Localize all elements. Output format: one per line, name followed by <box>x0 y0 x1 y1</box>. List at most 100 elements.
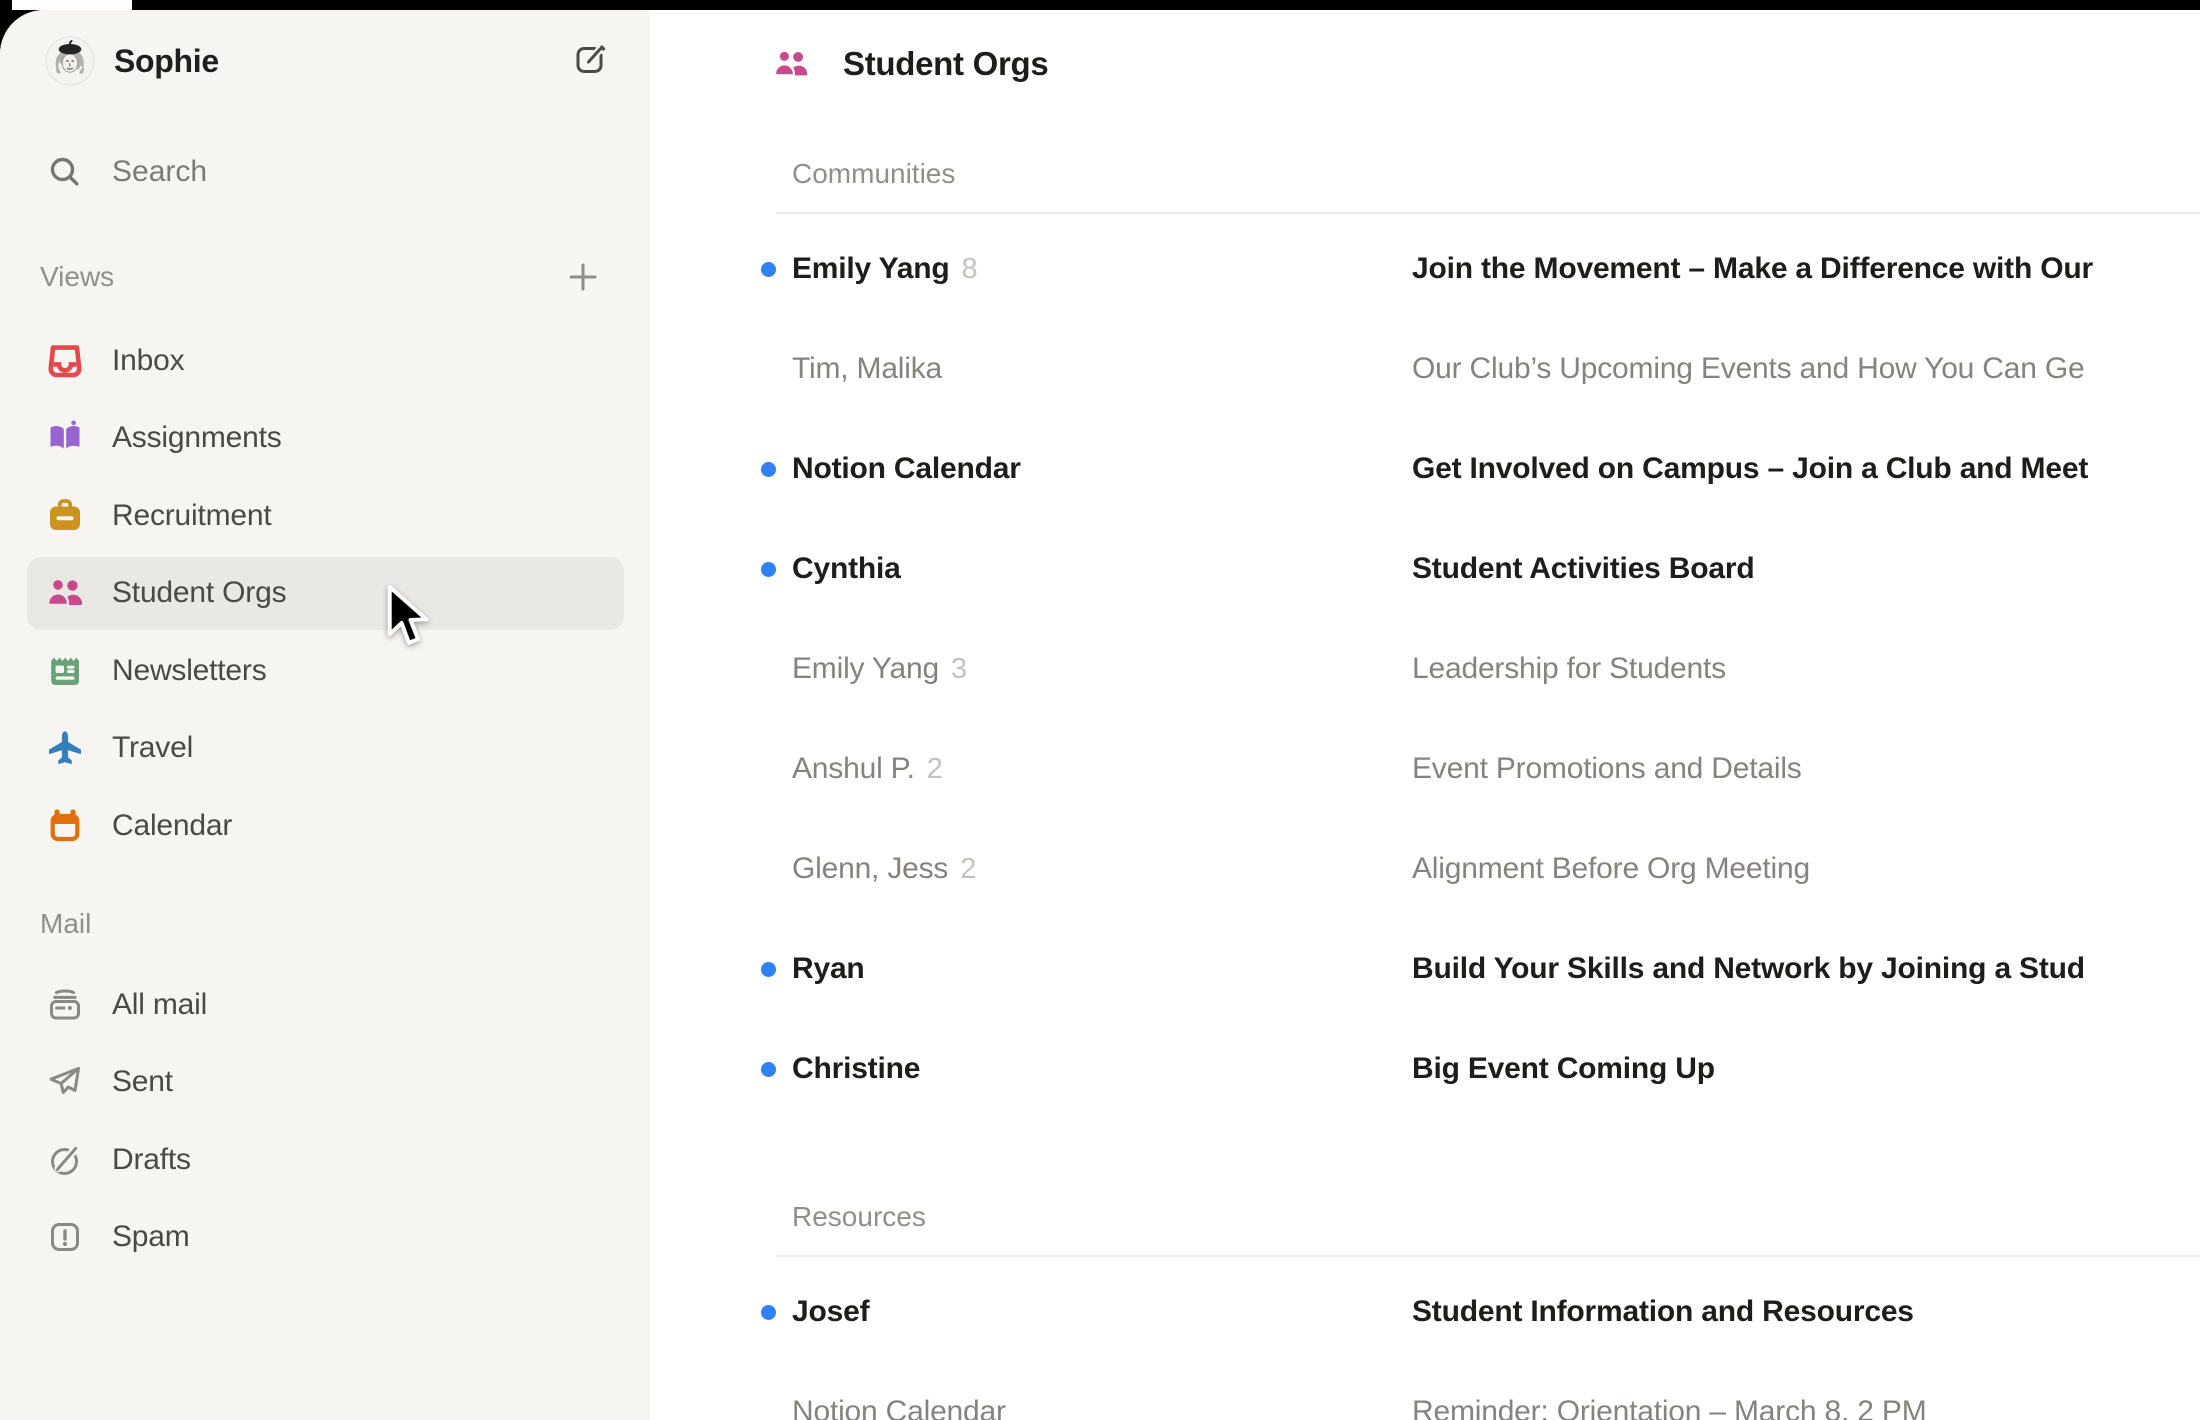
message-row[interactable]: Notion CalendarReminder: Orientation – M… <box>650 1362 2200 1420</box>
screen: { "user": { "name": "Sophie" }, "sidebar… <box>0 0 2200 1420</box>
search-input[interactable]: Search <box>0 148 650 196</box>
briefcase-icon <box>45 496 85 536</box>
account-name: Sophie <box>114 36 219 86</box>
sidebar-item-label: Drafts <box>112 1143 191 1177</box>
sender-name-text: Tim, Malika <box>792 352 942 385</box>
sidebar-item-label: Recruitment <box>112 499 272 533</box>
sender-name: Cynthia <box>792 519 901 619</box>
unread-dot-icon <box>761 1062 776 1077</box>
unread-dot-icon <box>761 1305 776 1320</box>
drafts-icon <box>45 1140 85 1180</box>
sender-name-text: Ryan <box>792 952 865 985</box>
sender-name: Christine <box>792 1019 920 1119</box>
thread-count: 2 <box>960 853 976 885</box>
sidebar-item-spam[interactable]: Spam <box>0 1199 650 1277</box>
sidebar-item-label: Inbox <box>112 344 184 378</box>
thread-count: 8 <box>962 253 978 285</box>
view-header: Student Orgs <box>772 40 1048 88</box>
unread-dot-icon <box>761 962 776 977</box>
sender-name: Glenn, Jess2 <box>792 819 976 919</box>
section-rows: JosefStudent Information and ResourcesNo… <box>650 1262 2200 1420</box>
message-row[interactable]: Tim, Malika Our Club’s Upcoming Events an… <box>650 319 2200 419</box>
spam-icon <box>45 1217 85 1257</box>
all-mail-icon <box>45 985 85 1025</box>
message-row[interactable]: Emily Yang3Leadership for Students <box>650 619 2200 719</box>
sidebar-item-label: Newsletters <box>112 654 267 688</box>
message-subject: Event Promotions and Details <box>1412 719 1802 819</box>
section-rows: Emily Yang8Join the Movement – Make a Di… <box>650 219 2200 1119</box>
thread-count: 2 <box>927 753 943 785</box>
unread-dot-icon <box>761 262 776 277</box>
views-nav: Inbox Assignments Recruitment Student Orgs N… <box>0 322 650 865</box>
sender-name: Anshul P. 2 <box>792 719 943 819</box>
sidebar-item-all-mail[interactable]: All mail <box>0 966 650 1044</box>
sidebar-item-assignments[interactable]: Assignments <box>0 400 650 478</box>
sidebar-item-label: Sent <box>112 1065 173 1099</box>
message-row[interactable]: Glenn, Jess2Alignment Before Org Meeting <box>650 819 2200 919</box>
compose-button[interactable] <box>570 40 610 80</box>
unread-dot-icon <box>761 462 776 477</box>
message-row[interactable]: Anshul P. 2 Event Promotions and Details <box>650 719 2200 819</box>
sidebar-item-travel[interactable]: Travel <box>0 710 650 788</box>
section-header: Communities <box>650 152 2200 196</box>
mail-section-header: Mail <box>40 900 91 948</box>
mail-nav: All mail Sent Drafts Spam <box>0 966 650 1276</box>
add-view-button[interactable] <box>561 255 605 299</box>
message-row[interactable]: JosefStudent Information and Resources <box>650 1262 2200 1362</box>
sidebar-item-recruitment[interactable]: Recruitment <box>0 477 650 555</box>
message-row[interactable]: Christine Big Event Coming Up <box>650 1019 2200 1119</box>
message-row[interactable]: Ryan Build Your Skills and Network by Joi… <box>650 919 2200 1019</box>
message-list: CommunitiesEmily Yang8Join the Movement … <box>650 152 2200 1420</box>
desktop-corner-notch <box>0 0 12 16</box>
sender-name-text: Josef <box>792 1295 869 1328</box>
calendar-icon <box>45 806 85 846</box>
sender-name: Notion Calendar <box>792 419 1021 519</box>
thread-count: 3 <box>951 653 967 685</box>
sender-name: Emily Yang 3 <box>792 619 967 719</box>
message-row[interactable]: CynthiaStudent Activities Board <box>650 519 2200 619</box>
sent-icon <box>45 1062 85 1102</box>
search-placeholder: Search <box>112 148 207 196</box>
sidebar-item-calendar[interactable]: Calendar <box>0 787 650 865</box>
unread-dot-icon <box>761 562 776 577</box>
sender-name-text: Emily Yang <box>792 652 939 685</box>
sender-name: Josef <box>792 1262 869 1362</box>
people-icon <box>772 45 810 83</box>
sidebar-item-newsletters[interactable]: Newsletters <box>0 632 650 710</box>
sender-name: Notion Calendar <box>792 1362 1006 1420</box>
sidebar-item-sent[interactable]: Sent <box>0 1044 650 1122</box>
message-list-pane: Student Orgs CommunitiesEmily Yang8Join … <box>650 10 2200 1420</box>
book-icon <box>45 418 85 458</box>
mail-app-window: Sophie Search Views InboxAssignmentsRecr… <box>0 10 2200 1420</box>
background-window-sliver <box>0 0 132 10</box>
message-row[interactable]: Notion CalendarGet Involved on Campus – … <box>650 419 2200 519</box>
sidebar-item-label: Assignments <box>112 421 282 455</box>
page-title: Student Orgs <box>843 45 1048 83</box>
sender-name: Ryan <box>792 919 865 1019</box>
sidebar-item-student-orgs[interactable]: Student Orgs <box>0 555 650 633</box>
sender-name-text: Cynthia <box>792 552 901 585</box>
message-subject: Our Club’s Upcoming Events and How You C… <box>1412 319 2085 419</box>
message-subject: Big Event Coming Up <box>1412 1019 1715 1119</box>
message-row[interactable]: Emily Yang8Join the Movement – Make a Di… <box>650 219 2200 319</box>
sender-name-text: Emily Yang <box>792 252 950 285</box>
sender-name-text: Anshul P. <box>792 752 915 785</box>
avatar[interactable] <box>45 36 95 86</box>
sender-name-text: Notion Calendar <box>792 1395 1006 1420</box>
sidebar-item-drafts[interactable]: Drafts <box>0 1121 650 1199</box>
section-divider <box>776 212 2200 214</box>
sidebar-item-label: Spam <box>112 1220 190 1254</box>
sidebar-item-label: Student Orgs <box>112 576 286 610</box>
sidebar-item-inbox[interactable]: Inbox <box>0 322 650 400</box>
people-icon <box>45 573 85 613</box>
sidebar-item-label: Calendar <box>112 809 232 843</box>
section-communities: CommunitiesEmily Yang8Join the Movement … <box>650 152 2200 1119</box>
sidebar: Sophie Search Views InboxAssignmentsRecr… <box>0 10 650 1420</box>
airplane-icon <box>45 728 85 768</box>
section-divider <box>776 1255 2200 1257</box>
sender-name-text: Christine <box>792 1052 920 1085</box>
message-subject: Build Your Skills and Network by Joining… <box>1412 919 2085 1019</box>
section-header: Resources <box>650 1195 2200 1239</box>
sidebar-item-label: All mail <box>112 988 207 1022</box>
newsletter-icon <box>45 651 85 691</box>
